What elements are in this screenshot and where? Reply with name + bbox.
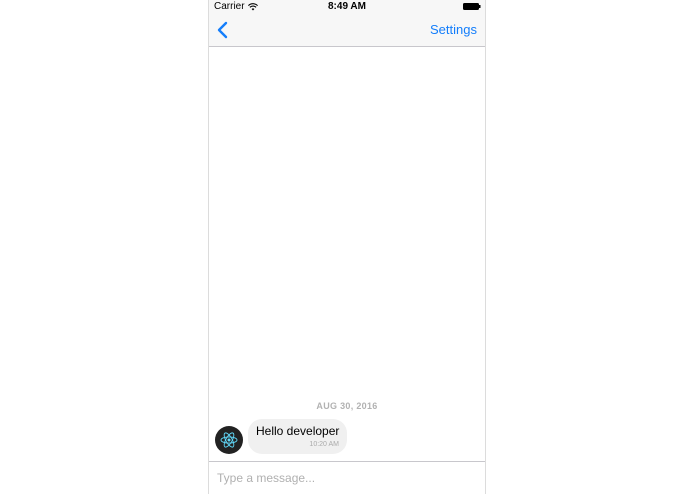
back-button[interactable] [215,20,231,40]
date-separator: AUG 30, 2016 [316,401,378,411]
message-input[interactable] [215,468,479,488]
message-time: 10:20 AM [309,441,339,448]
phone-screen: Carrier 8:49 AM Settings AUG 30, 2016 He… [208,0,486,494]
react-logo-icon [220,432,238,448]
battery-icon [463,3,481,10]
chevron-left-icon [217,21,228,39]
message-composer [209,461,485,494]
navigation-bar: Settings [209,14,485,47]
status-bar: Carrier 8:49 AM [209,0,485,14]
avatar[interactable] [215,426,243,454]
message-list[interactable]: AUG 30, 2016 Hello developer 10:20 AM [209,47,485,461]
status-time: 8:49 AM [328,1,366,12]
message-text: Hello developer [256,424,340,438]
settings-button[interactable]: Settings [430,22,477,37]
message-bubble[interactable]: Hello developer 10:20 AM [248,419,347,454]
